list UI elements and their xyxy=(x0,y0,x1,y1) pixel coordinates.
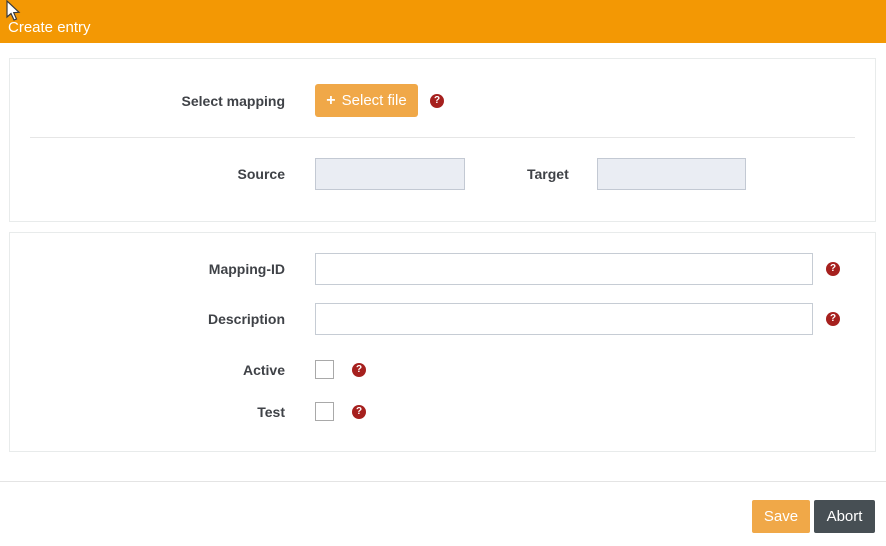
plus-icon: + xyxy=(326,92,335,110)
test-checkbox[interactable] xyxy=(315,402,334,421)
active-label: Active xyxy=(10,362,285,378)
select-file-button[interactable]: + Select file xyxy=(315,84,418,117)
select-file-button-label: Select file xyxy=(342,92,407,109)
select-mapping-label: Select mapping xyxy=(10,93,285,109)
mouse-cursor-icon xyxy=(5,0,23,24)
entry-details-panel: Mapping-ID ? Description ? Active ? Test… xyxy=(9,232,876,452)
help-icon[interactable]: ? xyxy=(430,94,444,108)
target-label: Target xyxy=(527,166,569,182)
footer-actions: Save Abort xyxy=(752,500,875,533)
source-label: Source xyxy=(10,166,285,182)
help-icon[interactable]: ? xyxy=(352,405,366,419)
save-button[interactable]: Save xyxy=(752,500,810,533)
description-input[interactable] xyxy=(315,303,813,335)
source-input xyxy=(315,158,465,190)
target-input xyxy=(597,158,746,190)
mapping-id-row: Mapping-ID ? xyxy=(10,253,875,285)
mapping-id-label: Mapping-ID xyxy=(10,261,285,277)
active-row: Active ? xyxy=(10,360,875,379)
description-label: Description xyxy=(10,311,285,327)
abort-button[interactable]: Abort xyxy=(814,500,875,533)
help-icon[interactable]: ? xyxy=(352,363,366,377)
select-mapping-row: Select mapping + Select file ? xyxy=(10,84,875,117)
help-icon[interactable]: ? xyxy=(826,312,840,326)
test-label: Test xyxy=(10,404,285,420)
description-row: Description ? xyxy=(10,303,875,335)
mapping-id-input[interactable] xyxy=(315,253,813,285)
panel-inner-divider xyxy=(30,137,855,138)
source-target-row: Source Target xyxy=(10,158,875,190)
mapping-select-panel: Select mapping + Select file ? Source Ta… xyxy=(9,58,876,222)
active-checkbox[interactable] xyxy=(315,360,334,379)
page-header: Create entry xyxy=(0,0,886,43)
test-row: Test ? xyxy=(10,402,875,421)
footer-divider xyxy=(0,481,886,482)
help-icon[interactable]: ? xyxy=(826,262,840,276)
